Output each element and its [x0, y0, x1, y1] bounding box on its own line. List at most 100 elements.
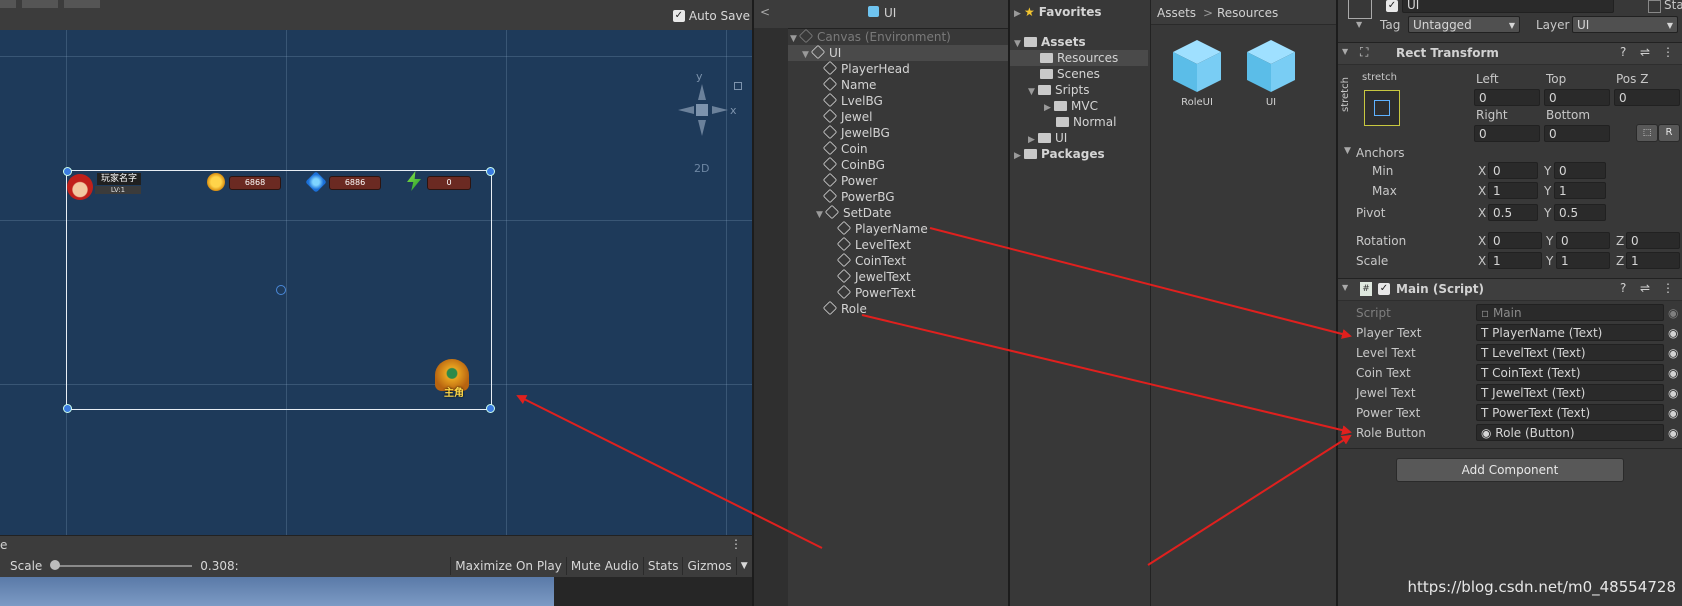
min-y-field[interactable]: 0: [1554, 162, 1606, 179]
hierarchy-item[interactable]: CoinText: [836, 252, 906, 269]
object-picker-icon[interactable]: ◉: [1668, 406, 1678, 420]
min-x-field[interactable]: 0: [1488, 162, 1538, 179]
hierarchy-item[interactable]: PlayerName: [836, 220, 928, 237]
hierarchy-item[interactable]: Role: [822, 300, 867, 317]
favorites-item[interactable]: ▶ ★ Favorites: [1014, 4, 1101, 20]
max-y-field[interactable]: 1: [1554, 182, 1606, 199]
level-text-field[interactable]: T LevelText (Text): [1476, 344, 1664, 361]
gizmo-arrow-icon[interactable]: [712, 106, 728, 114]
folder-item[interactable]: ▶ Packages: [1014, 146, 1105, 162]
object-picker-icon[interactable]: ◉: [1668, 426, 1678, 440]
more-icon[interactable]: ⋮: [1662, 45, 1674, 59]
object-picker-icon[interactable]: ◉: [1668, 326, 1678, 340]
auto-save-toggle[interactable]: ✓ Auto Save: [672, 9, 750, 23]
player-text-field[interactable]: T PlayerName (Text): [1476, 324, 1664, 341]
expand-icon[interactable]: ▶: [1014, 6, 1024, 22]
breadcrumb-root[interactable]: Assets: [1157, 6, 1196, 20]
rect-handle[interactable]: [63, 167, 72, 176]
blueprint-button[interactable]: ⬚: [1636, 124, 1658, 142]
rect-handle[interactable]: [486, 167, 495, 176]
gizmos-button[interactable]: Gizmos: [682, 557, 735, 575]
jewel-text-field[interactable]: T JewelText (Text): [1476, 384, 1664, 401]
hierarchy-item[interactable]: JewelBG: [822, 124, 890, 141]
tag-dropdown[interactable]: Untagged ▼: [1408, 16, 1520, 33]
checkbox-icon[interactable]: ✓: [672, 10, 685, 22]
pivot-y-field[interactable]: 0.5: [1554, 204, 1606, 221]
mute-audio-button[interactable]: Mute Audio: [565, 557, 643, 575]
add-component-button[interactable]: Add Component: [1396, 458, 1624, 482]
canvas-rect[interactable]: 玩家名字 LV:1 6868 6886 0 主角: [63, 167, 495, 413]
scale-x-field[interactable]: 1: [1488, 252, 1542, 269]
chevron-down-icon[interactable]: ▼: [1342, 47, 1348, 56]
scale-y-field[interactable]: 1: [1556, 252, 1610, 269]
folder-item[interactable]: ▼ Assets: [1014, 34, 1086, 50]
chevron-down-icon[interactable]: ▼: [1356, 20, 1362, 29]
static-checkbox[interactable]: [1648, 0, 1661, 13]
hierarchy-item[interactable]: Power: [822, 172, 877, 189]
hierarchy-item[interactable]: LvelBG: [822, 92, 883, 109]
active-checkbox[interactable]: ✓: [1386, 0, 1398, 12]
expand-icon[interactable]: ▼: [802, 47, 812, 63]
asset-item[interactable]: RoleUI: [1171, 38, 1231, 108]
chevron-down-icon[interactable]: ▼: [1344, 146, 1351, 156]
right-field[interactable]: 0: [1474, 125, 1540, 142]
object-picker-icon[interactable]: ◉: [1668, 386, 1678, 400]
hierarchy-item[interactable]: Coin: [822, 140, 868, 157]
object-picker-icon[interactable]: ◉: [1668, 366, 1678, 380]
hierarchy-item[interactable]: Jewel: [822, 108, 872, 125]
scale-z-field[interactable]: 1: [1626, 252, 1680, 269]
hierarchy-item[interactable]: LevelText: [836, 236, 911, 253]
gizmo-arrow-icon[interactable]: [678, 106, 694, 114]
hierarchy-item[interactable]: PlayerHead: [822, 60, 910, 77]
name-field[interactable]: UI: [1402, 0, 1614, 13]
chevron-down-icon[interactable]: ▼: [1342, 283, 1348, 292]
raw-edit-button[interactable]: R: [1658, 124, 1680, 142]
hierarchy-item[interactable]: ▼ UI: [802, 44, 841, 63]
scene-viewport[interactable]: y x 2D 玩家名字 LV:1 6868 6886 0 主角: [0, 30, 752, 535]
expand-icon[interactable]: ▼: [790, 31, 800, 47]
power-text-field[interactable]: T PowerText (Text): [1476, 404, 1664, 421]
stats-button[interactable]: Stats: [642, 557, 683, 575]
expand-icon[interactable]: ▼: [1028, 84, 1038, 100]
folder-item[interactable]: Scenes: [1040, 66, 1100, 82]
help-icon[interactable]: ?: [1620, 45, 1626, 59]
scene-gizmo[interactable]: y x 2D: [672, 70, 742, 175]
hierarchy-item[interactable]: PowerBG: [822, 188, 895, 205]
rect-transform-header[interactable]: ▼ ⛶ Rect Transform ? ⇌ ⋮: [1338, 42, 1682, 65]
folder-item[interactable]: ▶ MVC: [1044, 98, 1098, 114]
enabled-checkbox[interactable]: ✓: [1378, 283, 1390, 295]
gizmo-center-icon[interactable]: [696, 104, 708, 116]
folder-item[interactable]: ▼ Sripts: [1028, 82, 1089, 98]
hierarchy-item[interactable]: ▼ Canvas (Environment): [790, 28, 951, 47]
coin-text-field[interactable]: T CoinText (Text): [1476, 364, 1664, 381]
gizmo-arrow-icon[interactable]: [698, 120, 706, 136]
preset-icon[interactable]: ⇌: [1640, 281, 1650, 295]
pivot-x-field[interactable]: 0.5: [1488, 204, 1538, 221]
scale-slider[interactable]: [50, 560, 193, 570]
rotation-x-field[interactable]: 0: [1488, 232, 1542, 249]
hierarchy-item[interactable]: CoinBG: [822, 156, 885, 173]
expand-icon[interactable]: ▶: [1044, 100, 1054, 116]
folder-item[interactable]: Normal: [1056, 114, 1116, 130]
back-button[interactable]: <: [760, 5, 770, 19]
rect-handle[interactable]: [486, 404, 495, 413]
top-field[interactable]: 0: [1544, 89, 1610, 106]
rotation-z-field[interactable]: 0: [1626, 232, 1680, 249]
chevron-down-icon[interactable]: ▼: [735, 557, 752, 575]
toolbar-button[interactable]: [22, 0, 58, 8]
toolbar-button[interactable]: [64, 0, 100, 8]
hierarchy-item[interactable]: Name: [822, 76, 876, 93]
posz-field[interactable]: 0: [1614, 89, 1680, 106]
expand-icon[interactable]: ▼: [1014, 36, 1024, 52]
object-picker-icon[interactable]: ◉: [1668, 346, 1678, 360]
main-script-header[interactable]: ▼ # ✓ Main (Script) ? ⇌ ⋮: [1338, 278, 1682, 301]
game-view[interactable]: [0, 577, 554, 606]
maximize-on-play-button[interactable]: Maximize On Play: [450, 557, 566, 575]
rotation-y-field[interactable]: 0: [1556, 232, 1610, 249]
game-tab[interactable]: e: [0, 538, 7, 552]
more-icon[interactable]: ⋮: [730, 537, 742, 551]
lock-icon[interactable]: [734, 82, 742, 90]
expand-icon[interactable]: ▼: [816, 207, 826, 223]
role-button-field[interactable]: ◉ Role (Button): [1476, 424, 1664, 441]
gizmo-arrow-icon[interactable]: [698, 84, 706, 100]
